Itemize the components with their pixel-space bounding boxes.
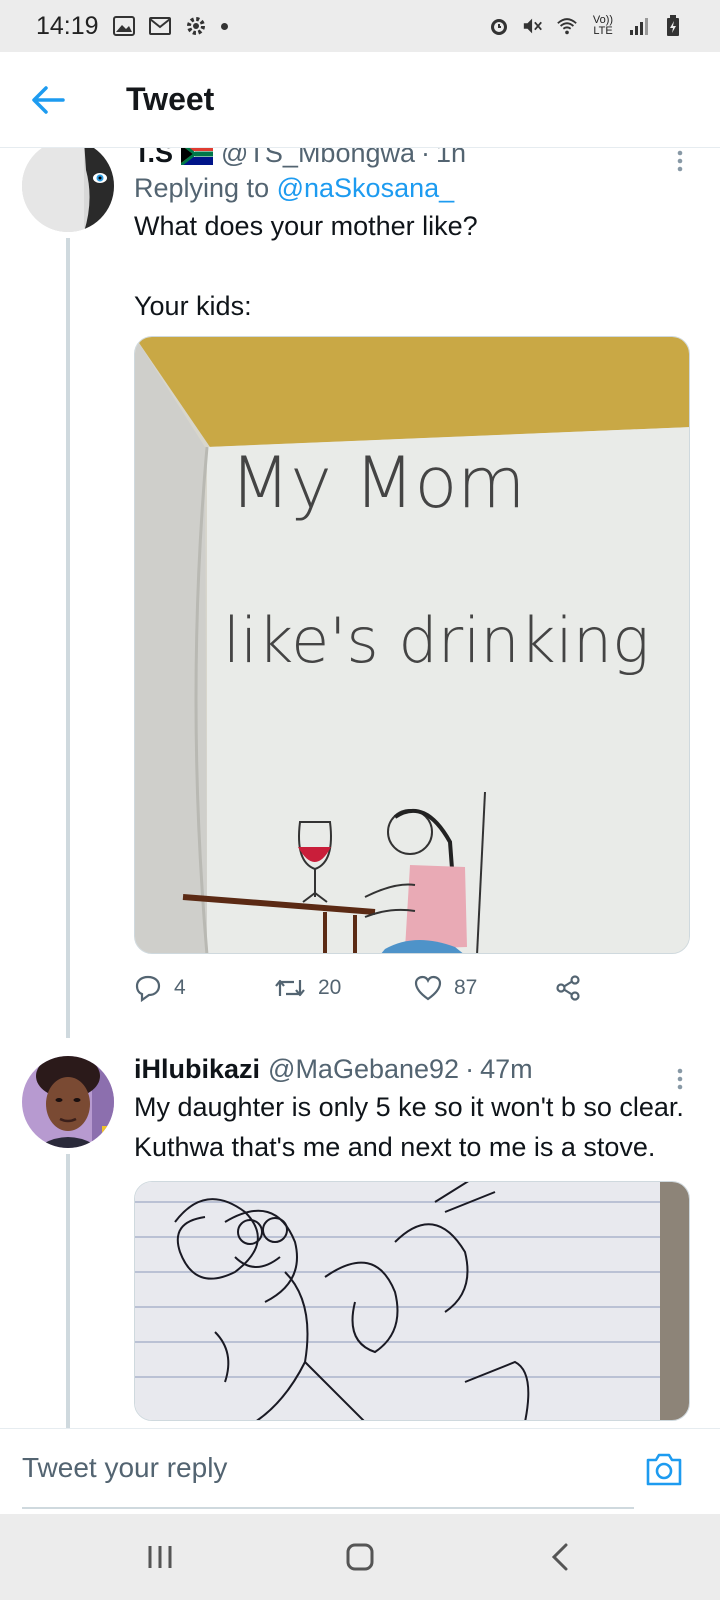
drawing-caption-line1: My Mom (230, 442, 525, 524)
status-bar: 14:19 Vo)) LTE (0, 0, 720, 52)
retweet-count: 20 (318, 976, 342, 999)
replying-to: Replying to @naSkosana_ (134, 173, 700, 204)
tweet-text: What does your mother like? Your kids: (134, 211, 478, 321)
tweet-actions: 4 20 87 (134, 956, 700, 1020)
tweet-image[interactable] (134, 1181, 690, 1421)
replying-label: Replying to (134, 173, 270, 203)
signal-icon (628, 15, 650, 37)
share-button[interactable] (554, 974, 694, 1002)
home-icon (346, 1543, 374, 1571)
home-button[interactable] (325, 1522, 395, 1592)
tweet-text: My daughter is only 5 ke so it won't b s… (134, 1092, 692, 1162)
like-button[interactable]: 87 (414, 975, 554, 1001)
back-button[interactable] (0, 52, 96, 148)
tweet-item[interactable]: T.S @TS_Mbongwa · 1h Replying to @naSkos… (0, 148, 720, 1038)
alarm-icon (488, 15, 510, 37)
more-options-icon[interactable] (676, 150, 684, 177)
like-count: 87 (454, 976, 478, 999)
mute-icon (522, 15, 544, 37)
south-africa-flag-icon (181, 148, 214, 165)
tweet-content: T.S @TS_Mbongwa · 1h Replying to @naSkos… (134, 148, 700, 1020)
recent-apps-button[interactable] (125, 1522, 195, 1592)
top-app-bar: Tweet (0, 52, 720, 148)
avatar[interactable] (22, 1056, 114, 1148)
tweet-thread[interactable]: T.S @TS_Mbongwa · 1h Replying to @naSkos… (0, 148, 720, 1428)
tweet-time: 1h (436, 148, 467, 168)
settings-icon (185, 15, 207, 37)
wifi-icon (556, 15, 578, 37)
drawing-caption-line2: like's drinking (223, 604, 649, 677)
user-handle[interactable]: @TS_Mbongwa (221, 148, 415, 169)
retweet-icon (275, 979, 305, 997)
retweet-button[interactable]: 20 (274, 976, 414, 1000)
gmail-icon (148, 15, 171, 37)
screen: 14:19 Vo)) LTE Tweet T.S @TS_Mbongwa · 1… (0, 0, 720, 1600)
more-options-icon[interactable] (676, 1068, 684, 1095)
tweet-time: 47m (480, 1054, 533, 1084)
reply-composer: Tweet your reply (0, 1428, 720, 1514)
user-handle[interactable]: @MaGebane92 (268, 1054, 459, 1085)
camera-icon (646, 1453, 682, 1486)
mention-link[interactable]: @naSkosana_ (277, 173, 455, 203)
heart-icon (414, 975, 442, 1001)
arrow-left-icon (32, 85, 65, 114)
share-icon (556, 975, 580, 1001)
tweet-header: T.S @TS_Mbongwa · 1h (134, 148, 700, 169)
page-title: Tweet (126, 81, 215, 117)
status-time: 14:19 (36, 11, 99, 40)
system-navigation-bar (0, 1514, 720, 1600)
separator: · (421, 148, 431, 168)
display-name[interactable]: T.S (134, 148, 173, 169)
reply-icon (135, 975, 161, 1002)
reply-count: 4 (174, 976, 186, 999)
separator: · (465, 1054, 475, 1084)
reply-input[interactable]: Tweet your reply (22, 1429, 634, 1509)
gallery-icon (112, 15, 135, 37)
nav-back-button[interactable] (525, 1522, 595, 1592)
display-name[interactable]: iHlubikazi (134, 1054, 260, 1085)
tweet-header: iHlubikazi @MaGebane92 · 47m (134, 1054, 700, 1085)
tweet-content: iHlubikazi @MaGebane92 · 47m My daughter… (134, 1054, 700, 1421)
back-icon (551, 1543, 568, 1571)
tweet-item[interactable]: iHlubikazi @MaGebane92 · 47m My daughter… (0, 1054, 720, 1428)
avatar[interactable] (22, 148, 114, 232)
camera-button[interactable] (644, 1451, 684, 1491)
volte-icon: Vo)) LTE (592, 14, 614, 37)
notification-dot (220, 22, 228, 30)
reply-button[interactable]: 4 (134, 974, 274, 1002)
tweet-image[interactable]: My Mom like's drinking (134, 336, 690, 954)
battery-icon (662, 15, 684, 37)
recent-apps-icon (148, 1546, 172, 1568)
